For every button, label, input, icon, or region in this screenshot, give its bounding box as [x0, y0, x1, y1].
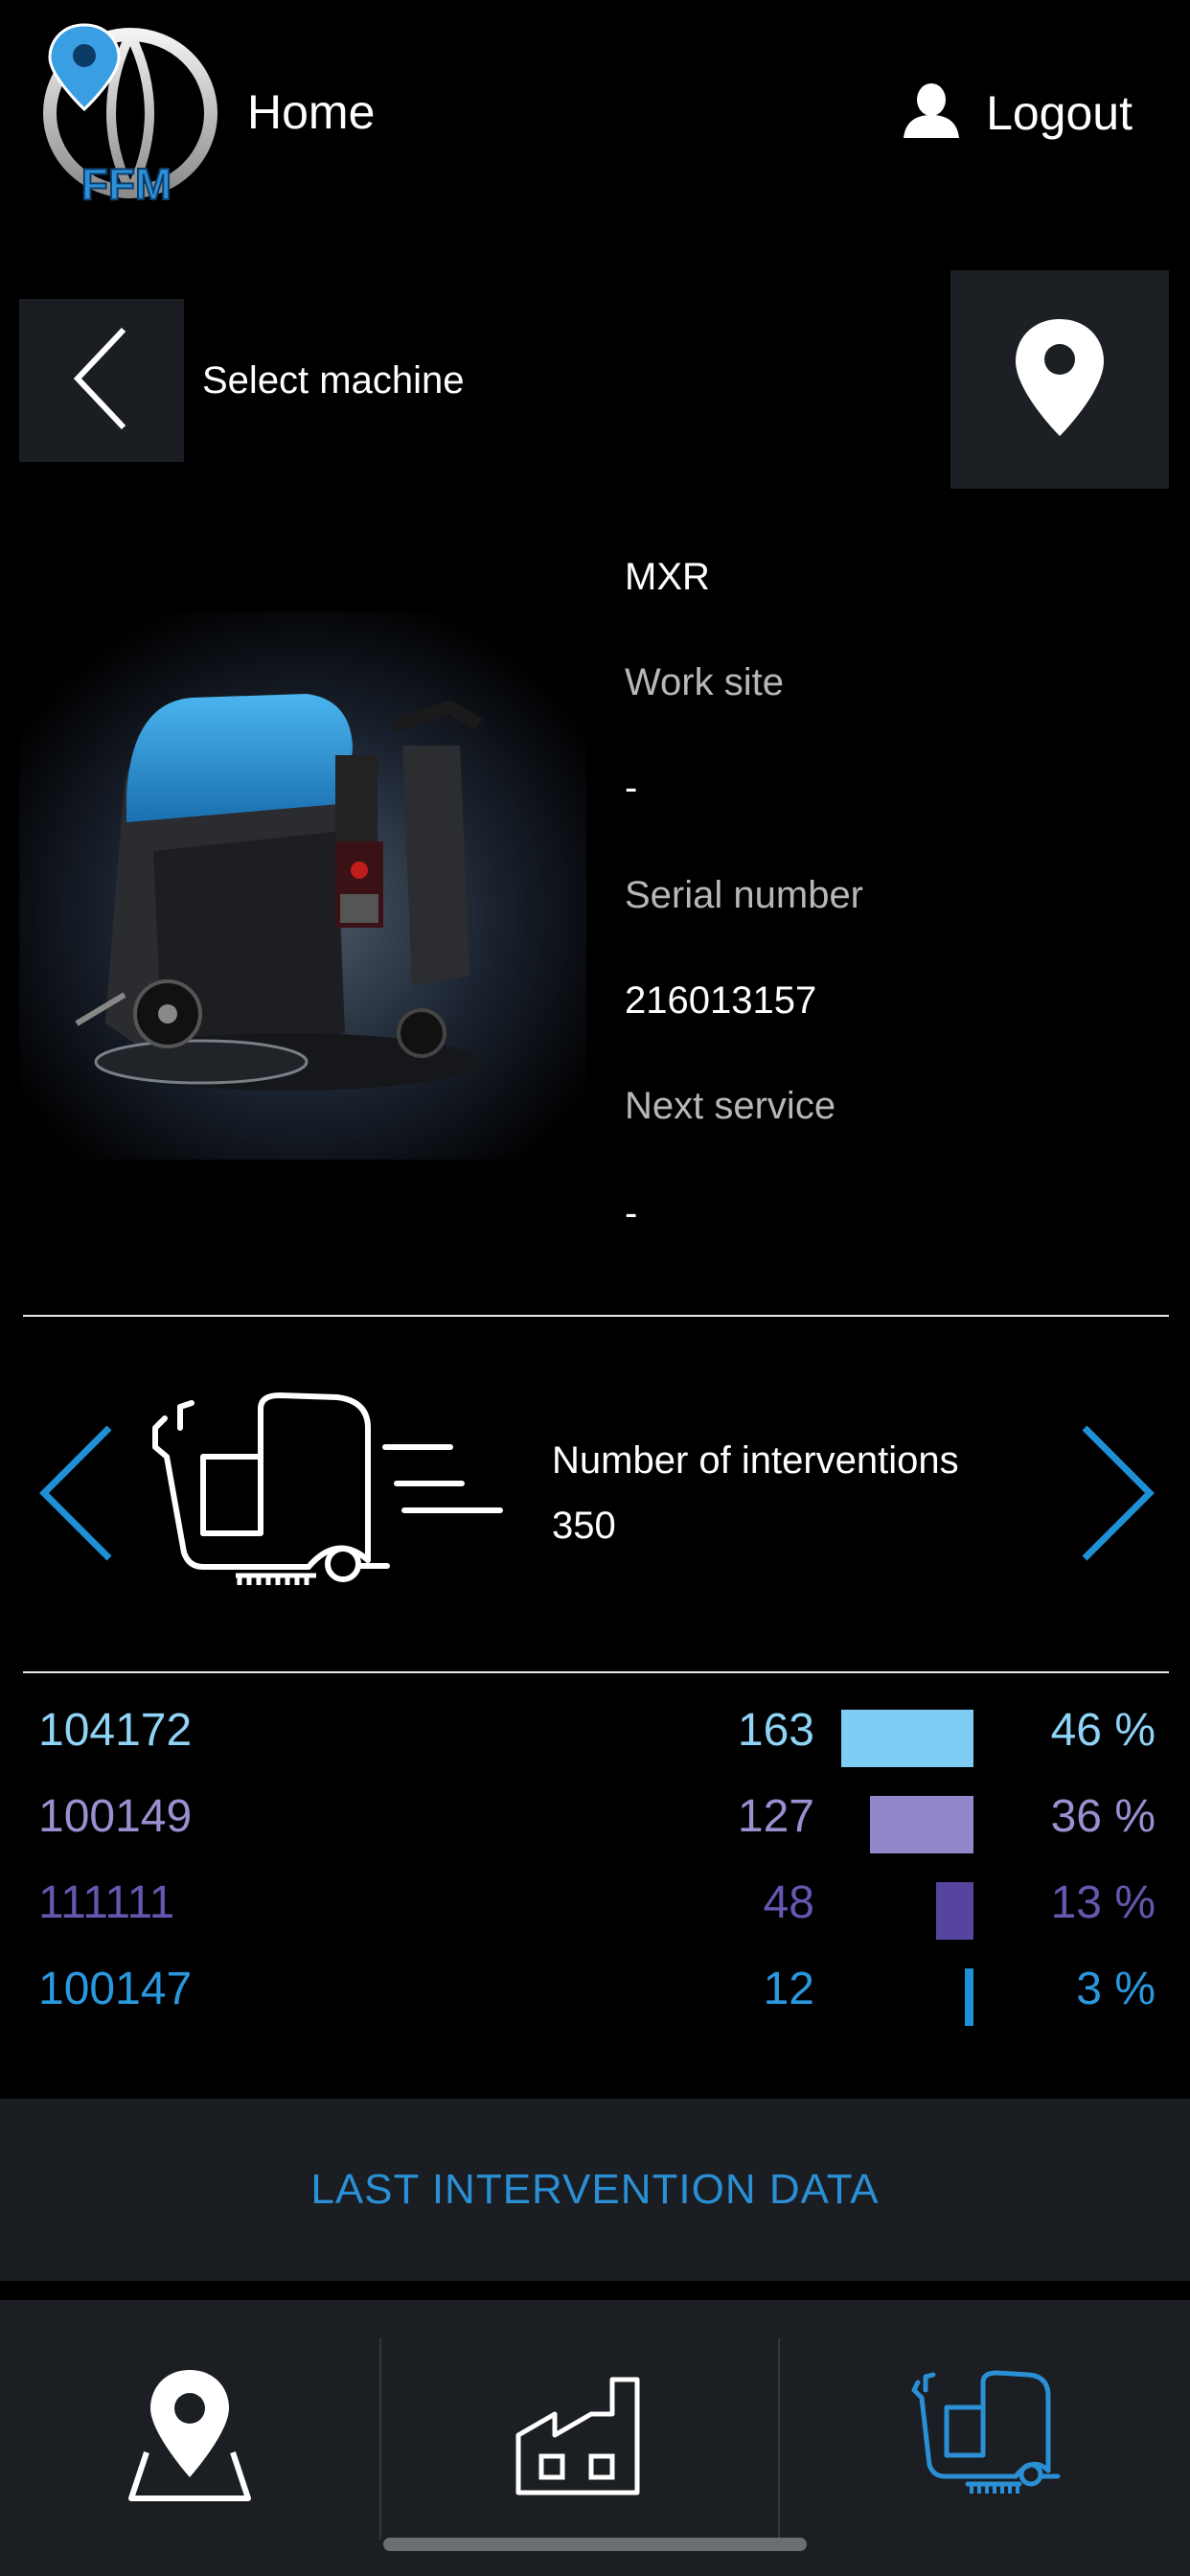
- user-icon: [904, 82, 960, 143]
- machine-image: [19, 611, 586, 1160]
- select-machine-label: Select machine: [202, 359, 465, 402]
- chevron-left-icon: [68, 326, 135, 436]
- next-stat-button[interactable]: [1077, 1424, 1157, 1562]
- scrubber-machine-icon: [908, 2369, 1062, 2508]
- back-button[interactable]: [19, 299, 184, 462]
- stat-row: 111111 48 13 %: [0, 1863, 1190, 1949]
- logout-label: Logout: [986, 85, 1133, 140]
- divider: [23, 1315, 1169, 1317]
- stat-bar: [841, 1710, 973, 1767]
- stat-code: 104172: [38, 1705, 193, 1756]
- machine-location-button[interactable]: [950, 270, 1169, 489]
- stat-row: 100149 127 36 %: [0, 1777, 1190, 1863]
- stat-count: 127: [737, 1791, 814, 1842]
- home-indicator[interactable]: [383, 2538, 807, 2551]
- machine-model: MXR: [625, 556, 710, 598]
- stat-percent: 13 %: [1050, 1877, 1156, 1928]
- chevron-left-icon: [36, 1425, 117, 1566]
- home-title[interactable]: Home: [247, 84, 375, 140]
- factory-icon: [513, 2374, 647, 2503]
- stat-percent: 46 %: [1050, 1705, 1156, 1756]
- next-service-label: Next service: [625, 1085, 836, 1127]
- bottom-tab-bar: [0, 2300, 1190, 2576]
- stat-code: 100147: [38, 1964, 193, 2014]
- stat-percent: 3 %: [1076, 1964, 1156, 2014]
- last-intervention-data-label: LAST INTERVENTION DATA: [310, 2166, 880, 2213]
- logout-button[interactable]: Logout: [904, 82, 1133, 143]
- stat-bar: [936, 1882, 973, 1940]
- previous-stat-button[interactable]: [36, 1424, 117, 1562]
- work-site-value: -: [625, 767, 638, 809]
- interventions-title: Number of interventions: [552, 1439, 959, 1482]
- map-pin-icon: [127, 2364, 252, 2513]
- stat-row: 100147 12 3 %: [0, 1949, 1190, 2036]
- stat-code: 111111: [38, 1877, 175, 1928]
- stat-bar: [870, 1796, 973, 1853]
- tab-map[interactable]: [0, 2300, 379, 2576]
- stat-bar: [965, 1968, 973, 2026]
- divider: [23, 1671, 1169, 1673]
- scrubber-machine-icon: [146, 1390, 510, 1600]
- next-service-value: -: [625, 1192, 638, 1234]
- stat-count: 163: [737, 1705, 814, 1756]
- stat-code: 100149: [38, 1791, 193, 1842]
- last-intervention-data-button[interactable]: LAST INTERVENTION DATA: [0, 2099, 1190, 2281]
- stat-count: 48: [763, 1877, 814, 1928]
- location-pin-icon: [1012, 315, 1108, 445]
- stat-percent: 36 %: [1050, 1791, 1156, 1842]
- work-site-label: Work site: [625, 661, 784, 703]
- chevron-right-icon: [1077, 1425, 1157, 1566]
- tab-factory[interactable]: [381, 2300, 778, 2576]
- logo-text: FFM: [81, 159, 172, 209]
- stat-row: 104172 163 46 %: [0, 1690, 1190, 1777]
- serial-number-value: 216013157: [625, 979, 817, 1022]
- serial-number-label: Serial number: [625, 874, 864, 916]
- tab-machine[interactable]: [780, 2300, 1190, 2576]
- stat-count: 12: [763, 1964, 814, 2014]
- ffm-logo: FFM: [34, 17, 218, 210]
- interventions-count: 350: [552, 1505, 616, 1547]
